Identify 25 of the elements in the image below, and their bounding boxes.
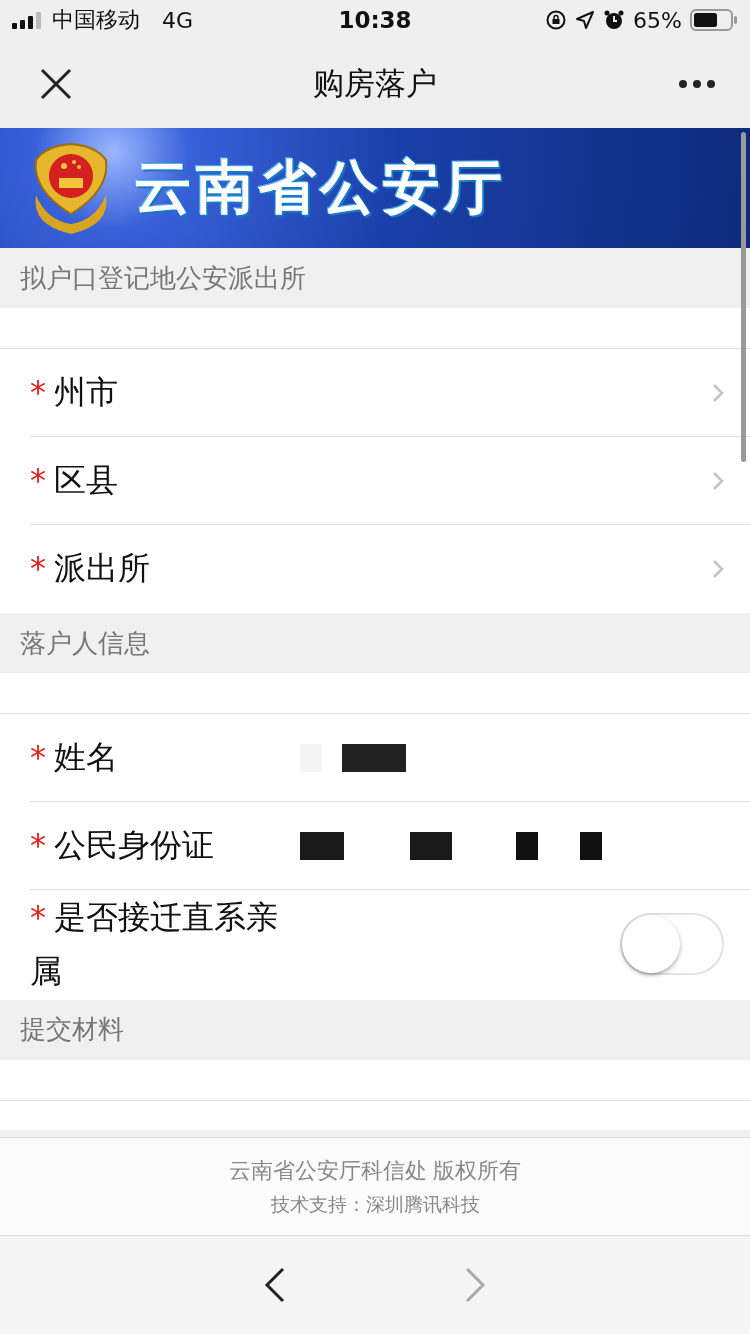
- network-type: 4G: [162, 7, 194, 33]
- rotation-lock-icon: [545, 9, 568, 31]
- page-title: 购房落户: [313, 64, 437, 103]
- battery-icon: [690, 9, 738, 31]
- copyright-text: 云南省公安厅科信处 版权所有: [228, 1156, 522, 1185]
- signal-icon: [12, 11, 42, 29]
- toggle-switch[interactable]: [620, 913, 724, 976]
- chevron-right-icon: [712, 382, 724, 403]
- clock-time: 10:38: [338, 7, 412, 33]
- field-label: * 区县: [30, 460, 118, 502]
- field-label: * 派出所: [30, 548, 150, 590]
- field-label: * 姓名: [30, 737, 119, 779]
- banner-title: 云南省公安厅: [134, 152, 506, 223]
- battery-percent: 65%: [633, 7, 682, 33]
- alarm-clock-icon: [603, 9, 626, 31]
- chevron-right-icon: [712, 558, 724, 579]
- location-arrow-icon: [575, 10, 596, 30]
- field-label: * 州市: [30, 372, 118, 414]
- support-text: 技术支持：深圳腾讯科技: [270, 1191, 480, 1217]
- chevron-right-icon: [712, 470, 724, 491]
- field-label: * 公民身份证: [30, 825, 215, 867]
- more-icon: [678, 79, 716, 89]
- close-icon: [40, 68, 72, 100]
- field-label: * 是否接迁直系亲属: [30, 897, 279, 993]
- carrier-name: 中国移动: [52, 6, 140, 34]
